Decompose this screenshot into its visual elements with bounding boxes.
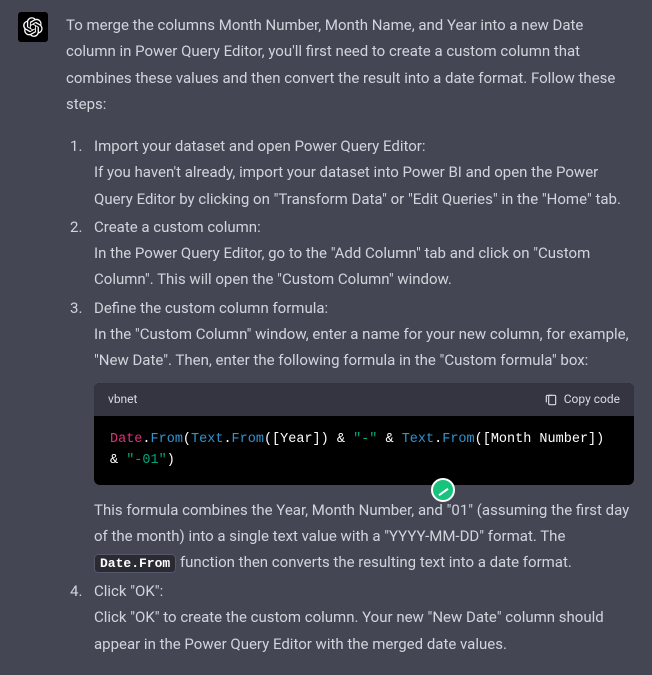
assistant-avatar <box>18 12 48 42</box>
step-after-b: function then converts the resulting tex… <box>176 553 572 571</box>
step-after-a: This formula combines the Year, Month Nu… <box>94 501 629 545</box>
step-1: Import your dataset and open Power Query… <box>66 133 634 212</box>
copy-label: Copy code <box>564 389 620 410</box>
step-2: Create a custom column: In the Power Que… <box>66 214 634 293</box>
copy-code-button[interactable]: Copy code <box>544 389 620 410</box>
openai-icon <box>23 17 43 37</box>
steps-list: Import your dataset and open Power Query… <box>66 133 634 657</box>
step-body: In the Power Query Editor, go to the "Ad… <box>94 244 590 288</box>
assistant-message: To merge the columns Month Number, Month… <box>0 0 652 675</box>
step-body: Click "OK" to create the custom column. … <box>94 608 604 652</box>
step-body: In the "Custom Column" window, enter a n… <box>94 325 629 369</box>
step-title: Import your dataset and open Power Query… <box>94 137 426 155</box>
code-block: vbnet Copy code Date.From(Text.From([Yea… <box>94 383 634 485</box>
inline-code: Date.From <box>94 554 176 573</box>
code-content[interactable]: Date.From(Text.From([Year]) & "-" & Text… <box>94 416 634 485</box>
cursor-badge-icon <box>431 478 455 502</box>
code-header: vbnet Copy code <box>94 383 634 416</box>
step-body: If you haven't already, import your data… <box>94 163 621 207</box>
step-3: Define the custom column formula: In the… <box>66 295 634 577</box>
code-language: vbnet <box>108 389 137 410</box>
step-title: Define the custom column formula: <box>94 299 328 317</box>
message-content: To merge the columns Month Number, Month… <box>66 12 634 659</box>
intro-text: To merge the columns Month Number, Month… <box>66 12 634 117</box>
step-4: Click "OK": Click "OK" to create the cus… <box>66 578 634 657</box>
clipboard-icon <box>544 393 558 407</box>
step-title: Create a custom column: <box>94 218 261 236</box>
step-title: Click "OK": <box>94 582 163 600</box>
